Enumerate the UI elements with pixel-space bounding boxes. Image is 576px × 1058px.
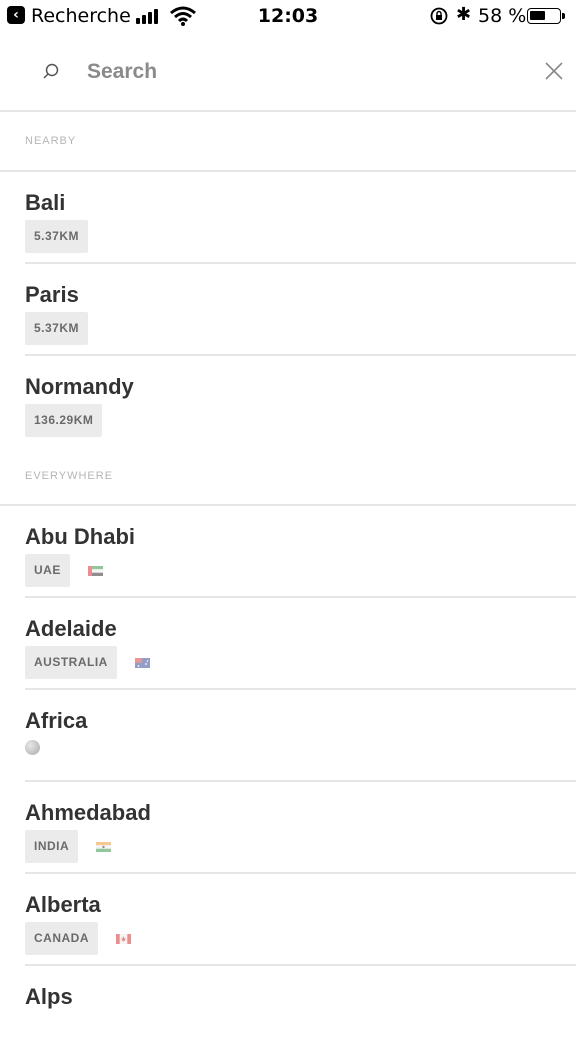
close-icon[interactable]: [543, 60, 565, 82]
list-item[interactable]: Normandy 136.29KM: [25, 356, 576, 448]
location-list: NEARBY Bali 5.37KM Paris 5.37KM Normandy…: [0, 112, 576, 1058]
canada-flag-icon: [116, 933, 131, 944]
section-header-everywhere: EVERYWHERE: [0, 448, 576, 506]
distance-tag: 5.37KM: [25, 220, 89, 253]
list-item[interactable]: Adelaide AUSTRALIA: [25, 598, 576, 690]
rotation-lock-icon: [430, 7, 448, 25]
battery-icon: [527, 8, 565, 24]
item-name: Africa: [25, 708, 88, 733]
country-tag: INDIA: [25, 830, 79, 863]
globe-icon: [25, 740, 40, 755]
distance-tag: 136.29KM: [25, 404, 103, 437]
item-name: Adelaide: [25, 616, 117, 641]
list-item[interactable]: Africa: [25, 690, 576, 782]
section-header-nearby: NEARBY: [0, 112, 576, 172]
list-item[interactable]: Alps: [25, 966, 576, 1058]
australia-flag-icon: [134, 657, 150, 668]
list-item[interactable]: Bali 5.37KM: [25, 172, 576, 264]
country-tag: CANADA: [25, 922, 98, 955]
list-item[interactable]: Alberta CANADA: [25, 874, 576, 966]
item-name: Alberta: [25, 892, 101, 917]
search-icon: [43, 63, 59, 79]
list-item[interactable]: Paris 5.37KM: [25, 264, 576, 356]
bluetooth-icon: ✱: [456, 4, 472, 25]
country-tag: AUSTRALIA: [25, 646, 117, 679]
list-item[interactable]: Ahmedabad INDIA: [25, 782, 576, 874]
item-name: Normandy: [25, 374, 134, 399]
list-item[interactable]: Abu Dhabi UAE: [25, 506, 576, 598]
item-name: Ahmedabad: [25, 800, 151, 825]
battery-percent: 58 %: [478, 5, 527, 27]
item-name: Paris: [25, 282, 79, 307]
status-bar: ‹ Recherche 12:03 ✱ 58 %: [0, 0, 576, 34]
search-bar: [0, 34, 576, 112]
item-name: Abu Dhabi: [25, 524, 135, 549]
distance-tag: 5.37KM: [25, 312, 89, 345]
india-flag-icon: [96, 841, 112, 852]
search-input[interactable]: [87, 56, 487, 88]
item-name: Bali: [25, 190, 66, 215]
uae-flag-icon: [87, 565, 103, 576]
item-name: Alps: [25, 984, 73, 1009]
country-tag: UAE: [25, 554, 70, 587]
